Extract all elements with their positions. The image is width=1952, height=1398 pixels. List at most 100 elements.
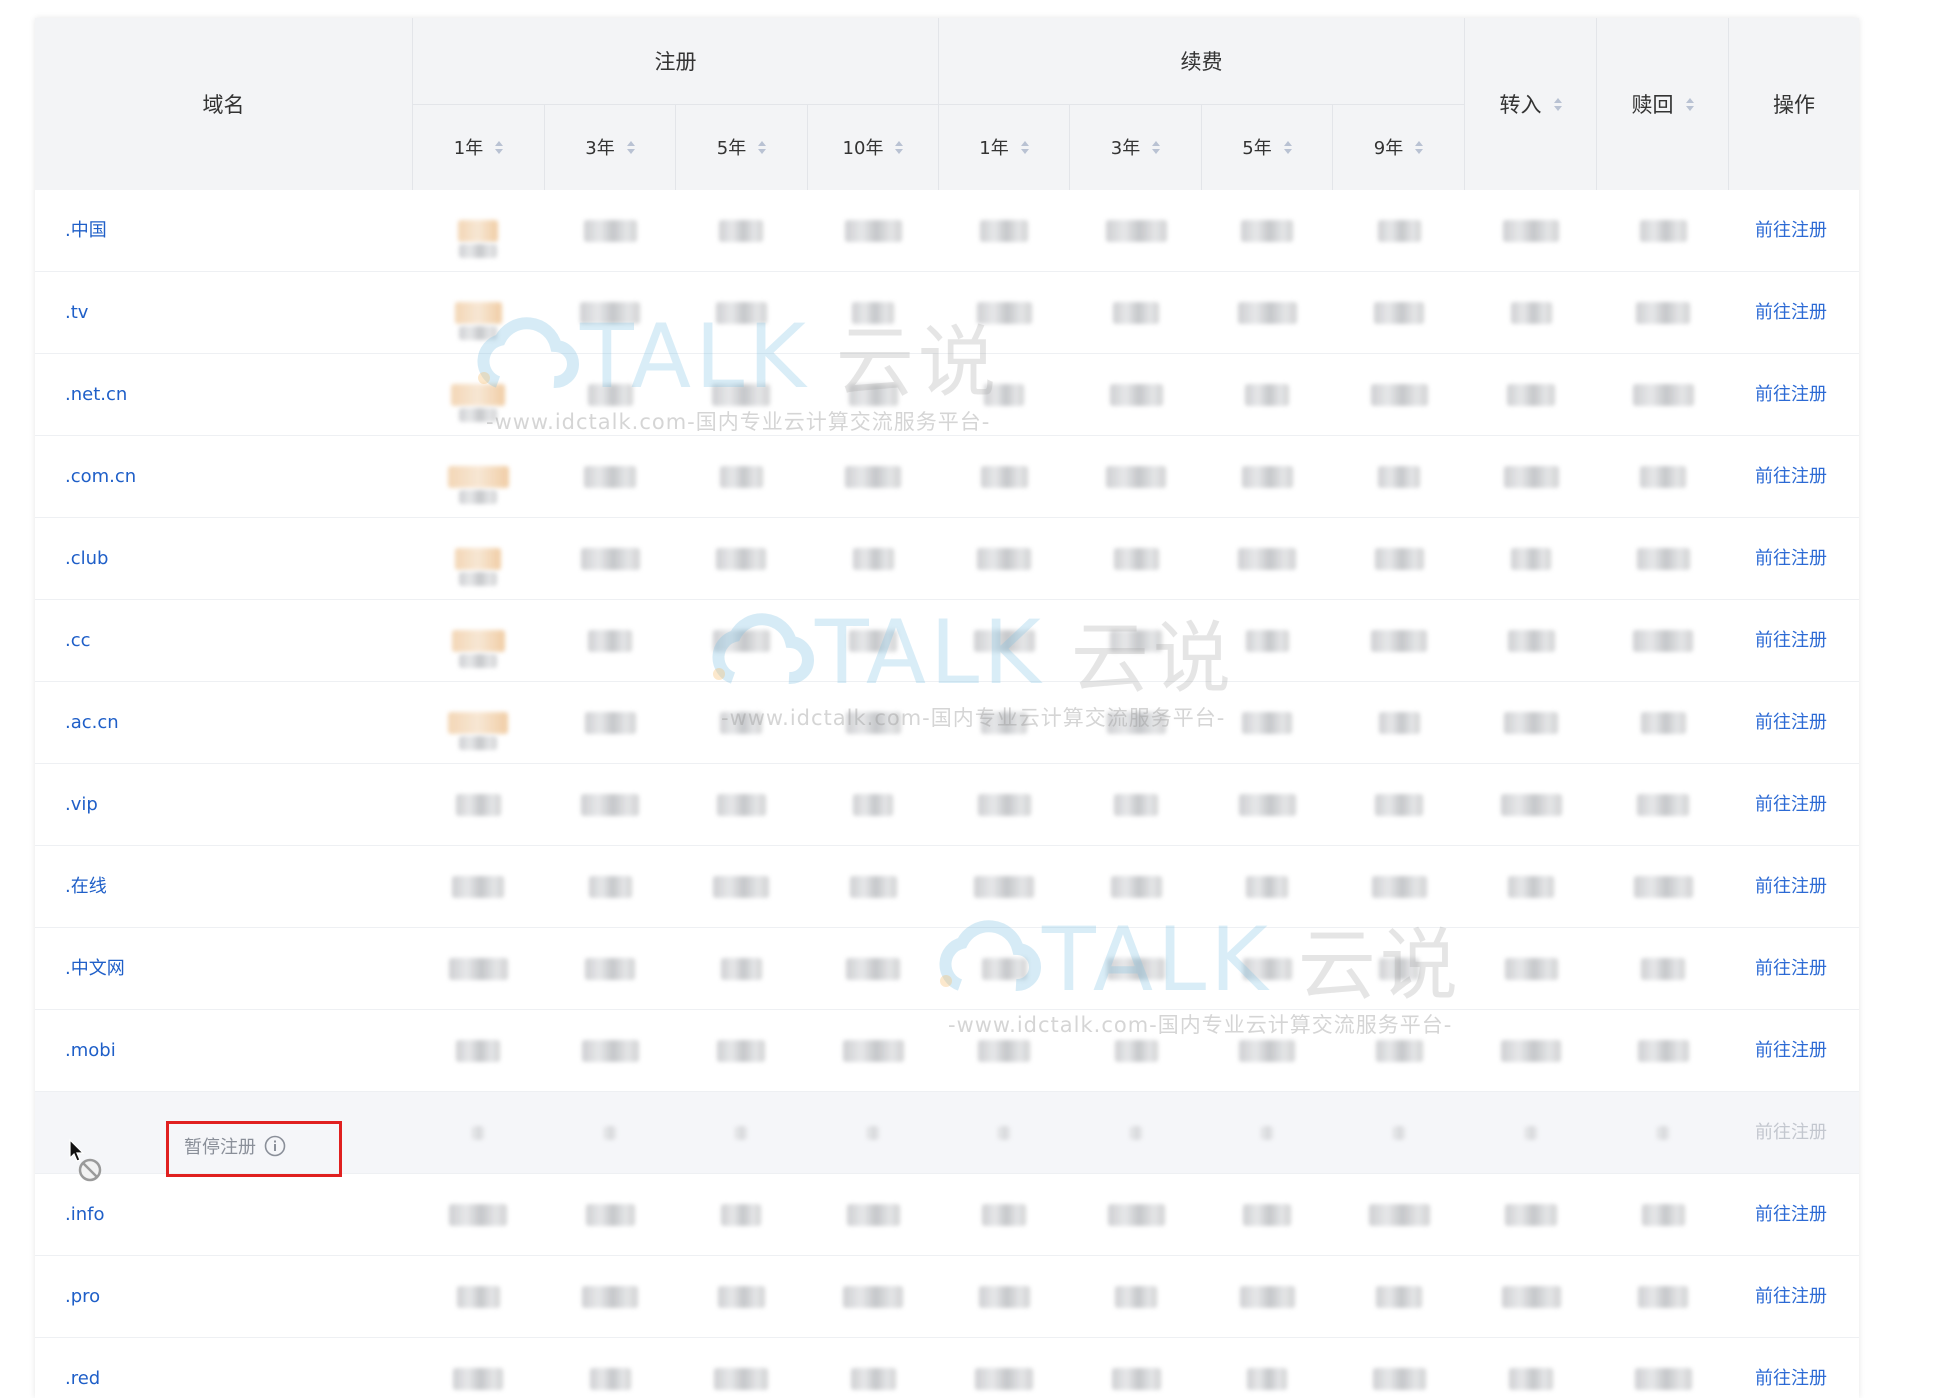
sort-icon[interactable] xyxy=(626,140,635,154)
blurred-price-cell xyxy=(1641,1204,1685,1226)
domain-name-link[interactable]: .club xyxy=(65,518,108,600)
domain-name-link[interactable]: .net.cn xyxy=(65,354,127,436)
register-link[interactable]: 前往注册 xyxy=(1755,1256,1827,1338)
register-link[interactable]: 前往注册 xyxy=(1755,764,1827,846)
blurred-price-cell xyxy=(976,302,1032,324)
domain-name-link[interactable]: .vip xyxy=(65,764,98,846)
domain-name-link[interactable]: .info xyxy=(65,1174,104,1256)
blurred-price-cell xyxy=(1114,1040,1158,1062)
blurred-price-cell xyxy=(975,1368,1033,1390)
not-allowed-cursor-icon xyxy=(69,1138,102,1182)
blurred-price-cell xyxy=(1115,1286,1157,1308)
domain-name-link[interactable]: .com.cn xyxy=(65,436,136,518)
domain-name-link[interactable]: .tv xyxy=(65,272,88,354)
sort-icon[interactable] xyxy=(1152,140,1161,154)
blurred-price-cell xyxy=(588,876,632,898)
blurred-price-cell xyxy=(1242,958,1292,980)
register-link[interactable]: 前往注册 xyxy=(1755,518,1827,600)
table-row: .com.cn 前往注册 xyxy=(35,436,1859,518)
column-header-register-5y[interactable]: 5年 xyxy=(676,104,807,190)
table-row: .cc 前往注册 xyxy=(35,600,1859,682)
blurred-price-cell xyxy=(1640,466,1686,488)
blurred-price-cell xyxy=(977,794,1031,816)
blurred-price-cell xyxy=(1507,384,1555,406)
blurred-price-cell xyxy=(1636,302,1690,324)
blurred-price-cell xyxy=(581,1040,639,1062)
blurred-price-cell xyxy=(845,712,901,734)
register-link[interactable]: 前往注册 xyxy=(1755,354,1827,436)
register-link[interactable]: 前往注册 xyxy=(1755,190,1827,272)
column-header-transfer[interactable]: 转入 xyxy=(1465,18,1596,190)
table-row: .mobi 前往注册 xyxy=(35,1010,1859,1092)
domain-name-link[interactable]: .red xyxy=(65,1338,100,1398)
sort-icon[interactable] xyxy=(495,140,504,154)
blurred-price-cell xyxy=(846,1204,900,1226)
blurred-price-cell xyxy=(456,1286,500,1308)
domain-name-link[interactable]: .中文网 xyxy=(65,928,125,1010)
column-header-register-3y[interactable]: 3年 xyxy=(545,104,675,190)
sort-icon[interactable] xyxy=(1283,140,1292,154)
blurred-price-cell xyxy=(978,1040,1030,1062)
sort-icon[interactable] xyxy=(1415,140,1424,154)
blurred-price-cell xyxy=(459,736,497,750)
column-header-renew-5y[interactable]: 5年 xyxy=(1202,104,1332,190)
sort-icon[interactable] xyxy=(1553,97,1562,111)
blurred-price-cell xyxy=(585,1204,635,1226)
table-row: .中文网 前往注册 xyxy=(35,928,1859,1010)
blurred-price-cell xyxy=(1505,1204,1557,1226)
blurred-price-cell xyxy=(451,630,505,652)
register-link[interactable]: 前往注册 xyxy=(1755,600,1827,682)
domain-name-link[interactable]: .pro xyxy=(65,1256,100,1338)
sort-icon[interactable] xyxy=(758,140,767,154)
blurred-price-cell xyxy=(583,220,637,242)
blurred-price-cell xyxy=(1500,794,1562,816)
domain-name-link[interactable]: .mobi xyxy=(65,1010,116,1092)
register-link[interactable]: 前往注册 xyxy=(1755,1174,1827,1256)
register-link[interactable]: 前往注册 xyxy=(1755,436,1827,518)
register-link[interactable]: 前往注册 xyxy=(1755,1010,1827,1092)
domain-name-link[interactable]: .中国 xyxy=(65,190,107,272)
domain-name-link[interactable]: .在线 xyxy=(65,846,107,928)
blurred-price-cell xyxy=(714,1368,768,1390)
register-link[interactable]: 前往注册 xyxy=(1755,1338,1827,1398)
blurred-price-cell xyxy=(843,1286,903,1308)
sort-icon[interactable] xyxy=(1020,140,1029,154)
register-link[interactable]: 前往注册 xyxy=(1755,928,1827,1010)
blurred-price-cell xyxy=(973,630,1035,652)
sort-icon[interactable] xyxy=(895,140,904,154)
blurred-price-cell xyxy=(449,1204,507,1226)
sort-icon[interactable] xyxy=(1685,97,1694,111)
blurred-price-cell xyxy=(448,712,508,734)
column-header-register-1y[interactable]: 1年 xyxy=(413,104,544,190)
blurred-price-cell xyxy=(845,466,901,488)
blurred-price-cell xyxy=(982,1204,1026,1226)
blurred-price-cell xyxy=(1633,630,1693,652)
blurred-price-cell xyxy=(448,958,508,980)
column-header-redeem[interactable]: 赎回 xyxy=(1597,18,1728,190)
blurred-price-cell xyxy=(1525,1126,1537,1140)
register-link[interactable]: 前往注册 xyxy=(1755,682,1827,764)
blurred-price-cell xyxy=(842,1040,904,1062)
table-row: .pro 前往注册 xyxy=(35,1256,1859,1338)
domain-name-link[interactable]: .cc xyxy=(65,600,91,682)
column-header-renew-9y[interactable]: 9年 xyxy=(1333,104,1464,190)
blurred-price-cell xyxy=(452,876,504,898)
blurred-price-cell xyxy=(1639,220,1687,242)
register-link[interactable]: 前往注册 xyxy=(1755,272,1827,354)
blurred-price-cell xyxy=(1237,302,1297,324)
column-header-renew-3y[interactable]: 3年 xyxy=(1070,104,1201,190)
domain-name-link[interactable]: .ac.cn xyxy=(65,682,119,764)
blurred-price-cell xyxy=(1633,876,1693,898)
column-label: 1年 xyxy=(979,138,1009,159)
blurred-price-cell xyxy=(1509,1368,1553,1390)
register-link[interactable]: 前往注册 xyxy=(1755,846,1827,928)
column-header-register-10y[interactable]: 10年 xyxy=(808,104,938,190)
blurred-price-cell xyxy=(1393,1126,1405,1140)
blurred-price-cell xyxy=(1501,1286,1561,1308)
blurred-price-cell xyxy=(1641,958,1685,980)
blurred-price-cell xyxy=(451,384,505,406)
info-icon[interactable] xyxy=(264,1135,286,1157)
blurred-price-cell xyxy=(1637,794,1689,816)
blurred-price-cell xyxy=(1632,384,1694,406)
column-header-renew-1y[interactable]: 1年 xyxy=(939,104,1069,190)
